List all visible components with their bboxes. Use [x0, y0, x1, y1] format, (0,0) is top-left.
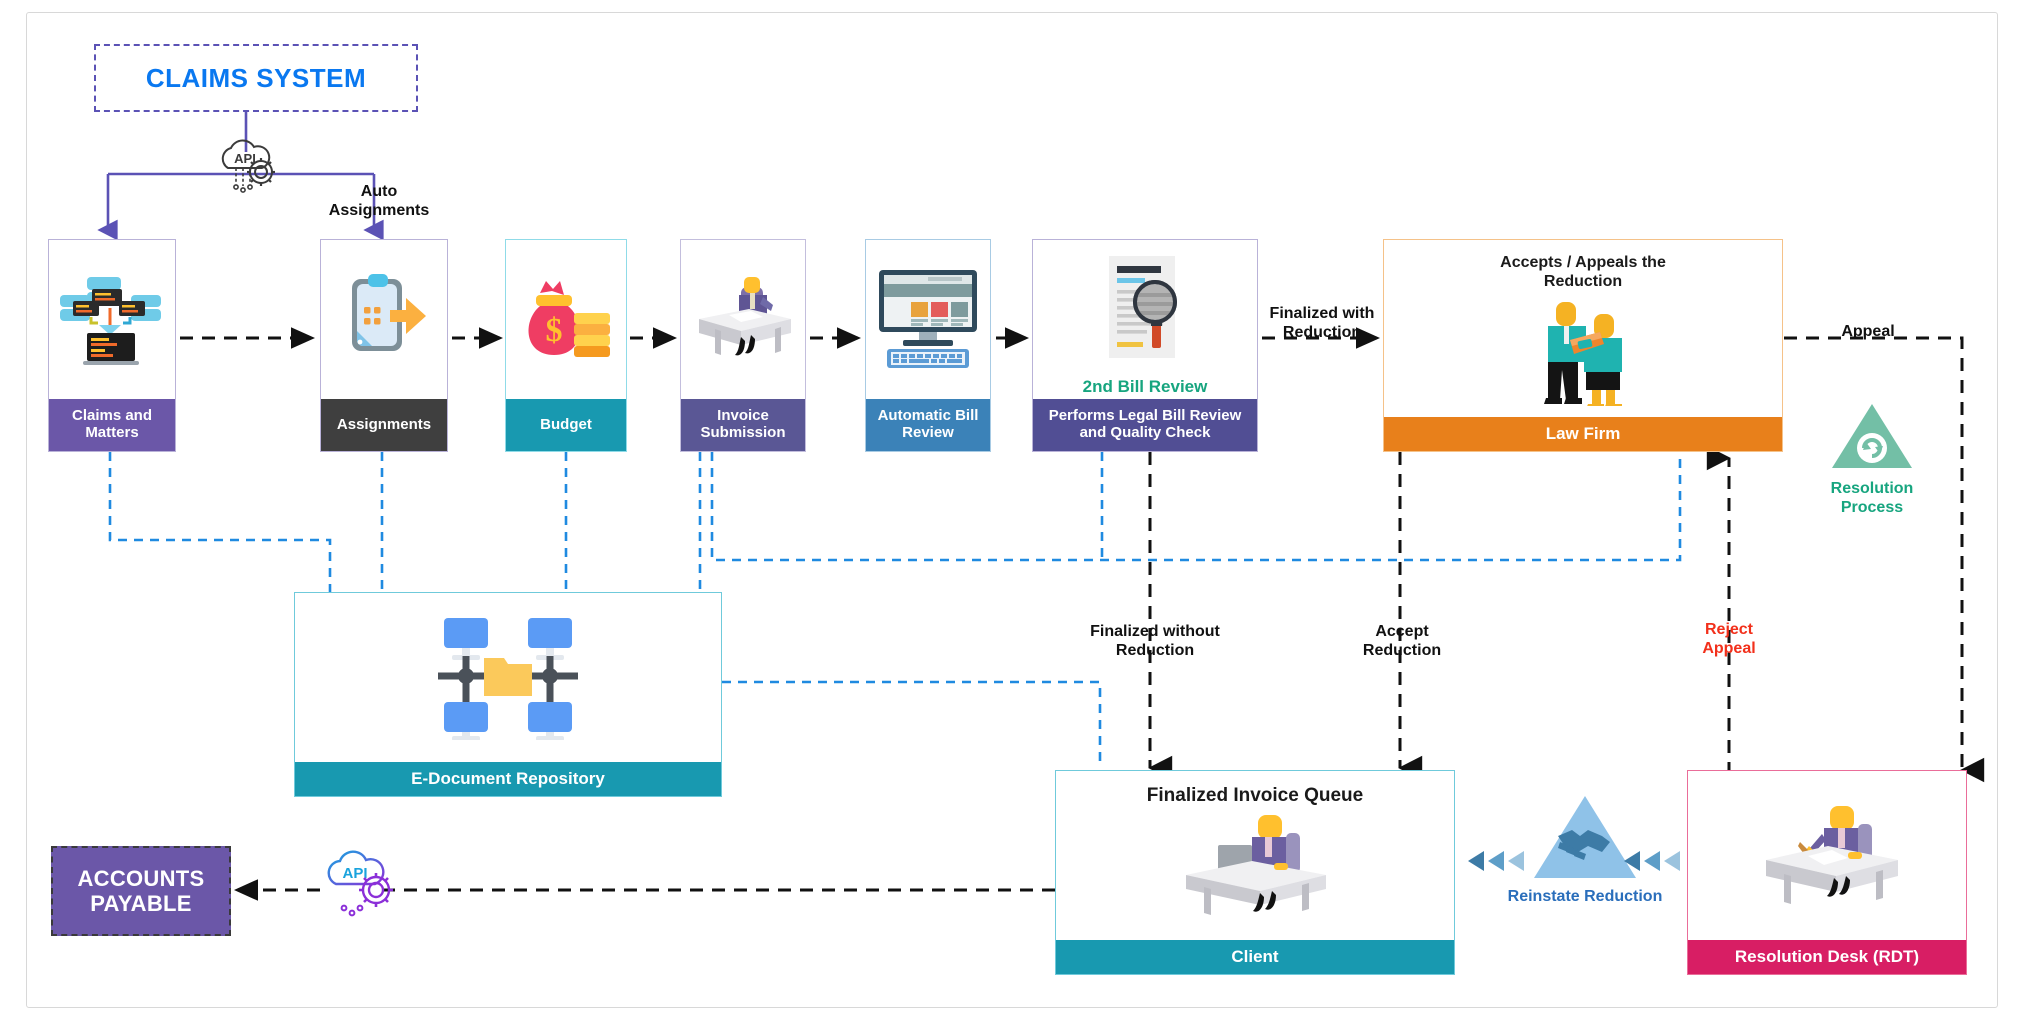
node-caption: Claims and Matters [49, 399, 175, 451]
node-resolution-desk[interactable]: Resolution Desk (RDT) [1687, 770, 1967, 975]
person-writing-desk-icon [1752, 796, 1902, 916]
node-inner-title: Finalized Invoice Queue [1146, 785, 1364, 806]
triple-arrow-left-icon [1466, 848, 1528, 879]
node-second-bill-review[interactable]: 2nd Bill Review Performs Legal Bill Revi… [1032, 239, 1258, 452]
node-caption: Performs Legal Bill Review and Quality C… [1033, 399, 1257, 451]
node-caption: Law Firm [1384, 417, 1782, 451]
resolution-triangle-icon [1830, 400, 1914, 477]
label-auto-assignments: Auto Assignments [328, 183, 430, 220]
node-client[interactable]: Finalized Invoice Queue Client [1055, 770, 1455, 975]
node-inner-title: Accepts / Appeals the Reduction [1500, 254, 1666, 290]
triple-arrow-right-icon [1622, 848, 1684, 879]
node-caption: Assignments [321, 399, 447, 451]
node-body: Accepts / Appeals the Reduction [1384, 240, 1782, 417]
person-at-desk-icon [689, 271, 797, 368]
node-e-document-repository[interactable]: E-Document Repository [294, 592, 722, 797]
node-body [866, 240, 990, 399]
person-at-computer-icon [1170, 809, 1340, 924]
diagram-canvas: CLAIMS SYSTEM API Auto Assignments Claim… [0, 0, 2026, 1022]
money-bag-icon: $ [516, 269, 616, 370]
claims-system-box[interactable]: CLAIMS SYSTEM [94, 44, 418, 112]
network-folder-icon [418, 610, 598, 745]
node-body [1688, 771, 1966, 940]
claims-system-label: CLAIMS SYSTEM [145, 62, 367, 93]
node-body [321, 240, 447, 399]
node-body: 2nd Bill Review [1033, 240, 1257, 399]
node-body [295, 593, 721, 762]
marker-label: Resolution Process [1830, 480, 1914, 517]
node-automatic-bill-review[interactable]: Automatic Bill Review [865, 239, 991, 452]
node-law-firm[interactable]: Accepts / Appeals the Reduction Law Firm [1383, 239, 1783, 452]
label-appeal: Appeal [1841, 323, 1895, 340]
node-inner-title: 2nd Bill Review [1082, 377, 1208, 396]
node-body: Finalized Invoice Queue [1056, 771, 1454, 940]
svg-text:$: $ [546, 312, 563, 349]
label-finalized-with-reduction: Finalized with Reduction [1269, 305, 1375, 342]
marker-label: Reinstate Reduction [1507, 888, 1663, 905]
node-caption: E-Document Repository [295, 762, 721, 796]
node-body: $ [506, 240, 626, 399]
api-gear-icon: API [318, 848, 398, 930]
accounts-payable-label: ACCOUNTS PAYABLE [77, 865, 205, 916]
node-caption: Invoice Submission [681, 399, 805, 451]
marker-resolution-process: Resolution Process [1808, 400, 1936, 517]
node-body [49, 240, 175, 399]
node-budget[interactable]: $ Budget [505, 239, 627, 452]
node-claims-and-matters[interactable]: Claims and Matters [48, 239, 176, 452]
two-people-icon [1518, 296, 1648, 411]
label-accept-reduction: Accept Reduction [1362, 623, 1442, 660]
node-assignments[interactable]: Assignments [320, 239, 448, 452]
node-caption: Resolution Desk (RDT) [1688, 940, 1966, 974]
monitor-keyboard-icon [873, 264, 983, 375]
node-caption: Client [1056, 940, 1454, 974]
node-invoice-submission[interactable]: Invoice Submission [680, 239, 806, 452]
node-body [681, 240, 805, 399]
node-caption: Budget [506, 399, 626, 451]
document-magnifier-icon [1103, 252, 1187, 369]
label-reject-appeal: Reject Appeal [1702, 621, 1756, 658]
api-gear-icon: API [212, 138, 282, 202]
clipboard-arrow-icon [336, 269, 432, 370]
label-finalized-without-reduction: Finalized without Reduction [1090, 623, 1220, 660]
accounts-payable-box[interactable]: ACCOUNTS PAYABLE [51, 846, 231, 936]
node-caption: Automatic Bill Review [866, 399, 990, 451]
network-data-icon [57, 267, 167, 372]
